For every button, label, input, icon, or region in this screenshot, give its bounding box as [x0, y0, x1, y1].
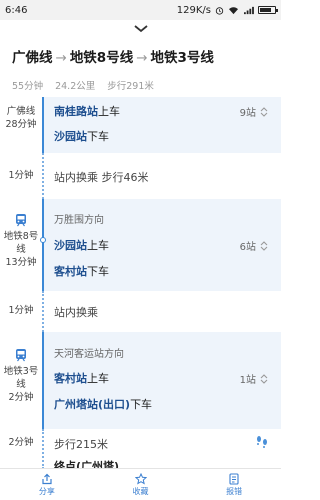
route-line-2: 地铁8号线	[69, 50, 134, 66]
segment-metro-8[interactable]: 地铁8号线 13分钟 万胜围方向 沙园站上车 6站 客村站下车	[0, 199, 281, 291]
alight-label: 下车	[87, 265, 109, 278]
segment-transfer-1: 1分钟 站内换乘 步行46米	[0, 153, 281, 199]
route-meta: 55分钟 24.2公里 步行291米	[12, 78, 269, 92]
transfer-text: 站内换乘	[54, 306, 98, 319]
subway-icon	[16, 349, 26, 362]
destination-text: 终点(广州塔)	[54, 460, 120, 468]
share-icon	[42, 473, 52, 484]
segment-card: 万胜围方向 沙园站上车 6站 客村站下车	[44, 199, 281, 291]
route-header: 广佛线 → 地铁8号线 → 地铁3号线 55分钟 24.2公里 步行291米	[0, 38, 281, 92]
segment-card: 天河客运站方向 客村站上车 1站 广州塔站(出口)下车	[44, 332, 281, 429]
timeline-node	[40, 237, 46, 243]
stop-count-toggle[interactable]: 6站	[240, 238, 269, 253]
board-label: 上车	[98, 105, 120, 118]
segment-transfer-2: 1分钟 站内换乘	[0, 291, 281, 332]
segment-metro-3[interactable]: 地铁3号线 2分钟 天河客运站方向 客村站上车 1站 广州塔站(出口)下车	[0, 332, 281, 429]
segment-duration: 28分钟	[5, 119, 37, 130]
collapse-handle[interactable]	[0, 20, 281, 38]
route-title: 广佛线 → 地铁8号线 → 地铁3号线	[12, 38, 269, 78]
share-button[interactable]: 分享	[0, 469, 94, 500]
board-label: 上车	[87, 239, 109, 252]
direction-text: 万胜围方向	[54, 215, 104, 226]
board-station: 沙园站	[54, 239, 87, 252]
board-station: 南桂路站	[54, 105, 98, 118]
status-time: 6:46	[5, 4, 28, 16]
status-bar: 6:46 129K/s	[0, 0, 281, 20]
alight-station: 广州塔站(出口)	[54, 398, 131, 411]
route-walk: 步行291米	[107, 81, 154, 92]
route-steps[interactable]: 广佛线 28分钟 南桂路站上车 9站 沙园站下车 1分钟 站内换乘 步行46米 …	[0, 97, 281, 468]
segment-guangfo[interactable]: 广佛线 28分钟 南桂路站上车 9站 沙园站下车	[0, 97, 281, 153]
route-arrow: →	[136, 50, 148, 66]
alight-station: 客村站	[54, 265, 87, 278]
network-speed: 129K/s	[176, 4, 211, 16]
expand-icon	[260, 240, 268, 251]
battery-icon	[258, 6, 278, 14]
route-arrow: →	[55, 50, 67, 66]
stop-count: 1站	[239, 375, 256, 386]
chevron-down-icon	[133, 25, 148, 33]
signal-icon	[244, 6, 254, 14]
star-icon	[134, 472, 147, 485]
direction-text: 天河客运站方向	[54, 349, 124, 360]
segment-duration: 1分钟	[8, 305, 34, 316]
segment-line-name: 地铁3号线	[3, 366, 39, 390]
segment-duration: 13分钟	[5, 257, 37, 268]
wifi-icon	[229, 6, 238, 14]
segment-duration: 1分钟	[8, 170, 34, 181]
alight-label: 下车	[130, 398, 153, 411]
alight-label: 下车	[87, 130, 109, 143]
segment-duration: 2分钟	[8, 437, 34, 448]
board-label: 上车	[87, 372, 109, 385]
route-line-3: 地铁3号线	[150, 50, 214, 66]
segment-card: 南桂路站上车 9站 沙园站下车	[44, 97, 281, 153]
subway-icon	[16, 214, 26, 227]
expand-icon	[260, 106, 268, 117]
favorite-button[interactable]: 收藏	[94, 469, 188, 500]
alarm-icon	[215, 6, 224, 15]
report-button[interactable]: 报错	[187, 469, 281, 500]
route-distance: 24.2公里	[55, 81, 96, 92]
alight-station: 沙园站	[54, 130, 87, 143]
segment-duration: 2分钟	[8, 392, 34, 403]
share-label: 分享	[38, 486, 55, 496]
segment-walk: 2分钟 步行215米 终点(广州塔)	[0, 429, 281, 468]
stop-count-toggle[interactable]: 9站	[240, 104, 269, 119]
segment-line-name: 广佛线	[6, 106, 36, 117]
walk-text: 步行215米	[54, 438, 108, 451]
board-station: 客村站	[54, 372, 87, 385]
route-duration: 55分钟	[12, 81, 44, 92]
stop-count-toggle[interactable]: 1站	[240, 371, 269, 386]
bottom-action-bar: 分享 收藏 报错	[0, 468, 281, 500]
route-line-1: 广佛线	[12, 50, 53, 66]
stop-count: 6站	[239, 242, 256, 253]
transfer-text: 站内换乘 步行46米	[54, 171, 149, 184]
report-label: 报错	[226, 486, 243, 496]
report-icon	[229, 472, 239, 485]
expand-icon	[260, 373, 268, 384]
segment-line-name: 地铁8号线	[3, 231, 39, 255]
favorite-label: 收藏	[132, 486, 149, 496]
stop-count: 9站	[239, 108, 256, 119]
footprints-icon	[257, 436, 267, 448]
